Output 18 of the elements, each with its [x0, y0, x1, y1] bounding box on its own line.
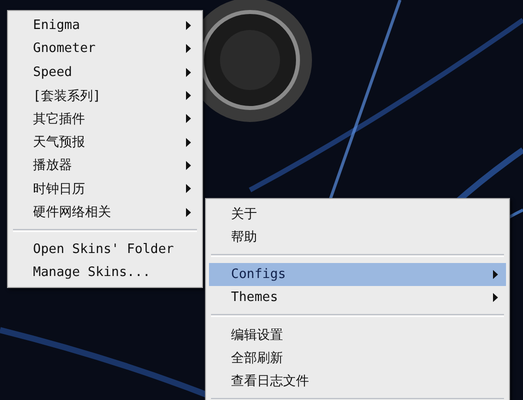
menu-item[interactable]: Enigma	[11, 14, 199, 38]
menu-item[interactable]: Themes	[209, 286, 506, 310]
menu-item[interactable]: 编辑设置	[209, 323, 506, 346]
menu-item[interactable]: 帮助	[209, 225, 506, 249]
menu-item[interactable]: Configs	[209, 262, 506, 286]
menu-item[interactable]: 播放器	[11, 154, 199, 178]
menu-item[interactable]: 硬件网络相关	[11, 200, 199, 224]
menu-item[interactable]: Manage Skins...	[11, 260, 199, 284]
menu-item[interactable]: Gnometer	[11, 37, 199, 61]
menu-item[interactable]: 关于	[209, 202, 506, 226]
menu-item[interactable]: 全部刷新	[209, 346, 506, 370]
menu-item[interactable]: 时钟日历	[11, 177, 199, 200]
menu-item[interactable]: 其它插件	[11, 107, 199, 130]
menu-item[interactable]: 查看日志文件	[209, 370, 506, 394]
menu-item[interactable]: Speed	[11, 60, 199, 84]
menu-item[interactable]: [套装系列]	[11, 84, 199, 108]
menu-item[interactable]: 天气预报	[11, 130, 199, 154]
menu-item[interactable]: Open Skins' Folder	[11, 238, 199, 261]
